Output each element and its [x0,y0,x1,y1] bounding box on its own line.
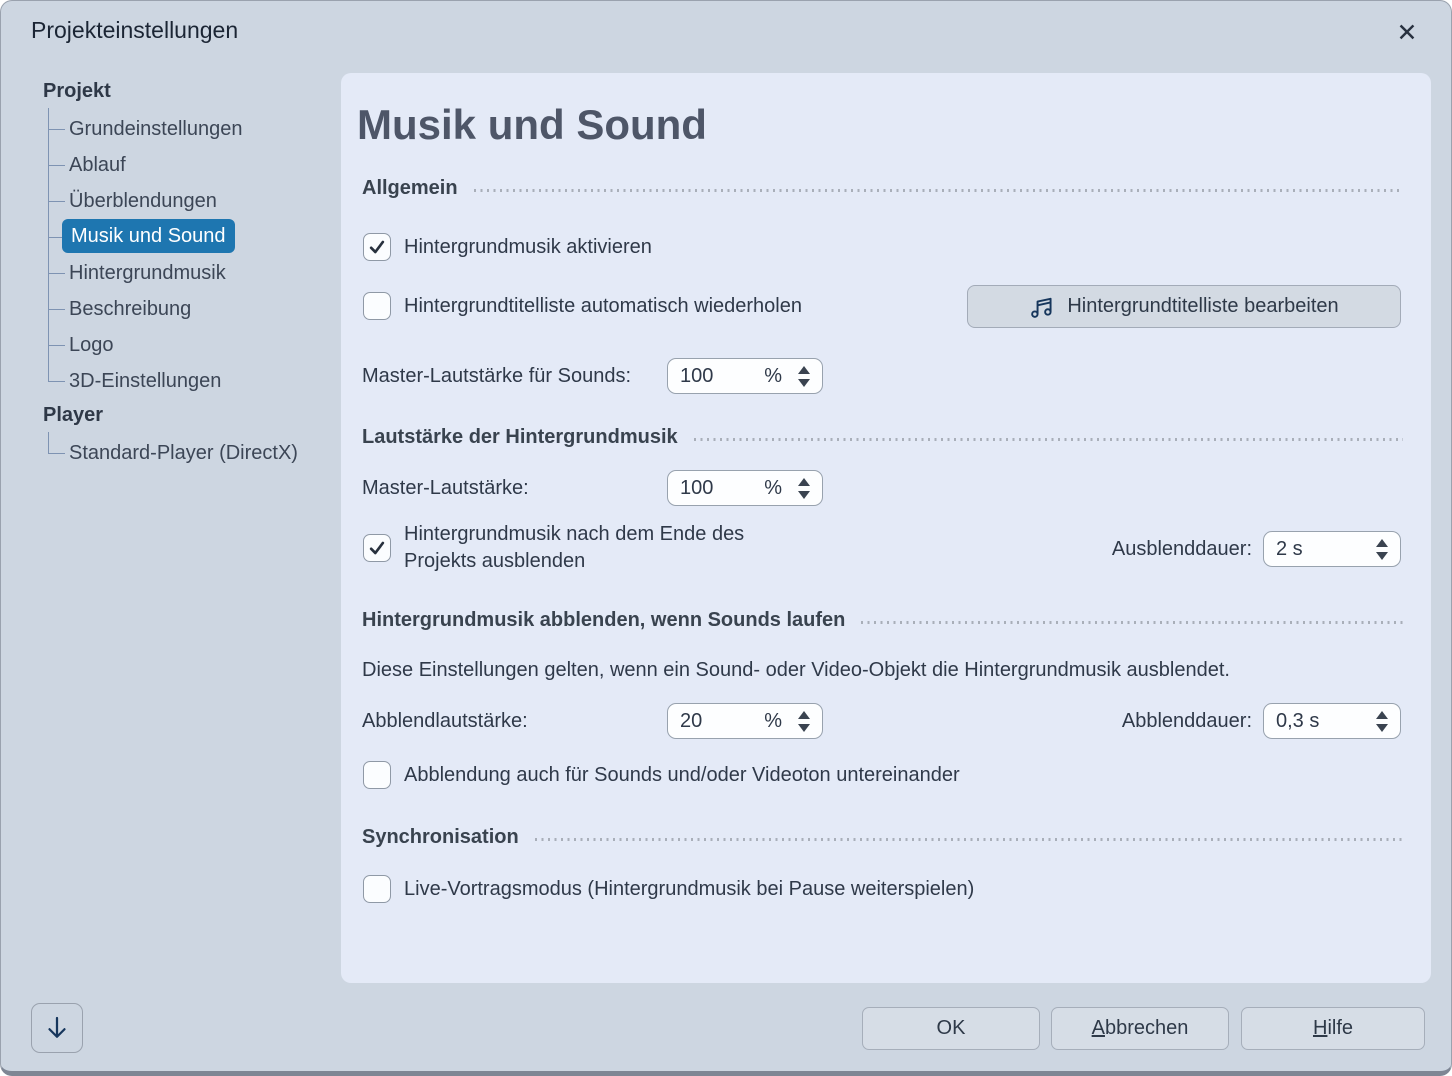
checkbox-row-titelliste-wiederholen: Hintergrundtitelliste automatisch wieder… [363,292,802,320]
checkbox-label: Hintergrundtitelliste automatisch wieder… [404,293,802,320]
dim-volume-spinner[interactable]: 20 % [667,703,823,739]
spinner-value: 100 [680,477,713,500]
checkbox-row-fade-end: Hintergrundmusik nach dem Ende des Proje… [363,521,789,575]
sidebar-item-3d-einstellungen[interactable]: 3D-Einstellungen [69,367,221,395]
checkmark-icon [367,237,387,257]
checkbox-row-hintergrundmusik-aktivieren: Hintergrundmusik aktivieren [363,233,652,261]
checkbox-titelliste-wiederholen[interactable] [363,292,391,320]
sidebar-item-musik-und-sound[interactable]: Musik und Sound [62,219,235,253]
tree-line [48,273,65,274]
master-volume-sounds-label: Master-Lautstärke für Sounds: [362,365,631,388]
tree-line [48,201,65,202]
checkbox-live-mode[interactable] [363,875,391,903]
project-settings-dialog: Projekteinstellungen ✕ Projekt Grundeins… [0,0,1452,1076]
tree-line [48,129,65,130]
abblenden-description: Diese Einstellungen gelten, wenn ein Sou… [362,659,1230,682]
sidebar-item-beschreibung[interactable]: Beschreibung [69,295,191,323]
dialog-title: Projekteinstellungen [31,17,238,44]
checkbox-label: Hintergrundmusik nach dem Ende des Proje… [404,521,789,575]
arrow-down-icon [42,1013,72,1043]
spinner-up-button[interactable] [1376,711,1388,719]
spinner-down-button[interactable] [798,491,810,499]
spinner-arrows [798,478,810,499]
ok-button[interactable]: OK [862,1007,1040,1050]
tree-line [48,309,65,310]
dim-duration-field: Abblenddauer: 0,3 s [1122,703,1401,739]
help-button-label: Hilfe [1313,1017,1353,1040]
spinner-arrows [798,366,810,387]
sidebar-item-grundeinstellungen[interactable]: Grundeinstellungen [69,115,242,143]
sidebar-item-logo[interactable]: Logo [69,331,114,359]
spinner-arrows [798,711,810,732]
section-divider [694,438,1403,441]
spinner-down-button[interactable] [1376,724,1388,732]
page-title: Musik und Sound [357,101,707,149]
spinner-down-button[interactable] [798,724,810,732]
fade-duration-label: Ausblenddauer: [1112,538,1252,561]
checkbox-fade-end[interactable] [363,534,391,562]
cancel-button-label: Abbrechen [1092,1017,1189,1040]
sidebar-item-ueberblendungen[interactable]: Überblendungen [69,187,217,215]
edit-playlist-button-label: Hintergrundtitelliste bearbeiten [1067,295,1338,318]
scroll-down-button[interactable] [31,1003,83,1053]
section-divider [535,838,1403,841]
spinner-value: 2 s [1276,538,1303,561]
ok-button-label: OK [937,1017,966,1040]
spinner-up-button[interactable] [798,711,810,719]
spinner-arrows [1376,539,1388,560]
master-volume-sounds-spinner[interactable]: 100 % [667,358,823,394]
checkbox-dim-mutual[interactable] [363,761,391,789]
sidebar-item-ablauf[interactable]: Ablauf [69,151,126,179]
section-heading-abblenden: Hintergrundmusik abblenden, wenn Sounds … [362,609,845,632]
tree-line [48,432,49,453]
section-heading-lautstaerke: Lautstärke der Hintergrundmusik [362,426,678,449]
spinner-arrows [1376,711,1388,732]
spinner-up-button[interactable] [798,366,810,374]
sidebar-item-standard-player[interactable]: Standard-Player (DirectX) [69,439,298,467]
spinner-unit: % [764,477,782,500]
checkmark-icon [367,538,387,558]
close-button[interactable]: ✕ [1389,15,1425,51]
spinner-up-button[interactable] [1376,539,1388,547]
tree-group-player: Player [43,404,103,427]
dim-volume-label: Abblendlautstärke: [362,710,528,733]
fade-duration-spinner[interactable]: 2 s [1263,531,1401,567]
section-heading-allgemein: Allgemein [362,177,458,200]
close-icon: ✕ [1397,18,1418,48]
music-note-icon [1029,294,1055,320]
section-divider [861,621,1403,624]
tree-line [48,345,65,346]
tree-line [48,381,65,382]
spinner-value: 0,3 s [1276,710,1319,733]
spinner-value: 20 [680,710,702,733]
master-volume-spinner[interactable]: 100 % [667,470,823,506]
sidebar-item-hintergrundmusik[interactable]: Hintergrundmusik [69,259,226,287]
tree-line [48,165,65,166]
spinner-unit: % [764,365,782,388]
checkbox-row-live-mode: Live-Vortragsmodus (Hintergrundmusik bei… [363,875,974,903]
spinner-value: 100 [680,365,713,388]
spinner-up-button[interactable] [798,478,810,486]
tree-group-projekt: Projekt [43,80,111,103]
checkbox-hintergrundmusik-aktivieren[interactable] [363,233,391,261]
master-volume-label: Master-Lautstärke: [362,477,529,500]
musik-und-sound-panel: Musik und Sound Allgemein Hintergrundmus… [341,73,1431,983]
fade-duration-field: Ausblenddauer: 2 s [1112,531,1401,567]
edit-playlist-button[interactable]: Hintergrundtitelliste bearbeiten [967,285,1401,328]
dim-duration-label: Abblenddauer: [1122,710,1252,733]
section-heading-synchronisation: Synchronisation [362,826,519,849]
spinner-down-button[interactable] [798,379,810,387]
spinner-down-button[interactable] [1376,552,1388,560]
spinner-unit: % [764,710,782,733]
checkbox-label: Abblendung auch für Sounds und/oder Vide… [404,762,960,789]
section-divider [474,189,1403,192]
checkbox-row-dim-mutual: Abblendung auch für Sounds und/oder Vide… [363,761,960,789]
dim-duration-spinner[interactable]: 0,3 s [1263,703,1401,739]
checkbox-label: Hintergrundmusik aktivieren [404,234,652,261]
tree-line [48,108,49,381]
cancel-button[interactable]: Abbrechen [1051,1007,1229,1050]
checkbox-label: Live-Vortragsmodus (Hintergrundmusik bei… [404,876,974,903]
tree-line [48,453,65,454]
help-button[interactable]: Hilfe [1241,1007,1425,1050]
